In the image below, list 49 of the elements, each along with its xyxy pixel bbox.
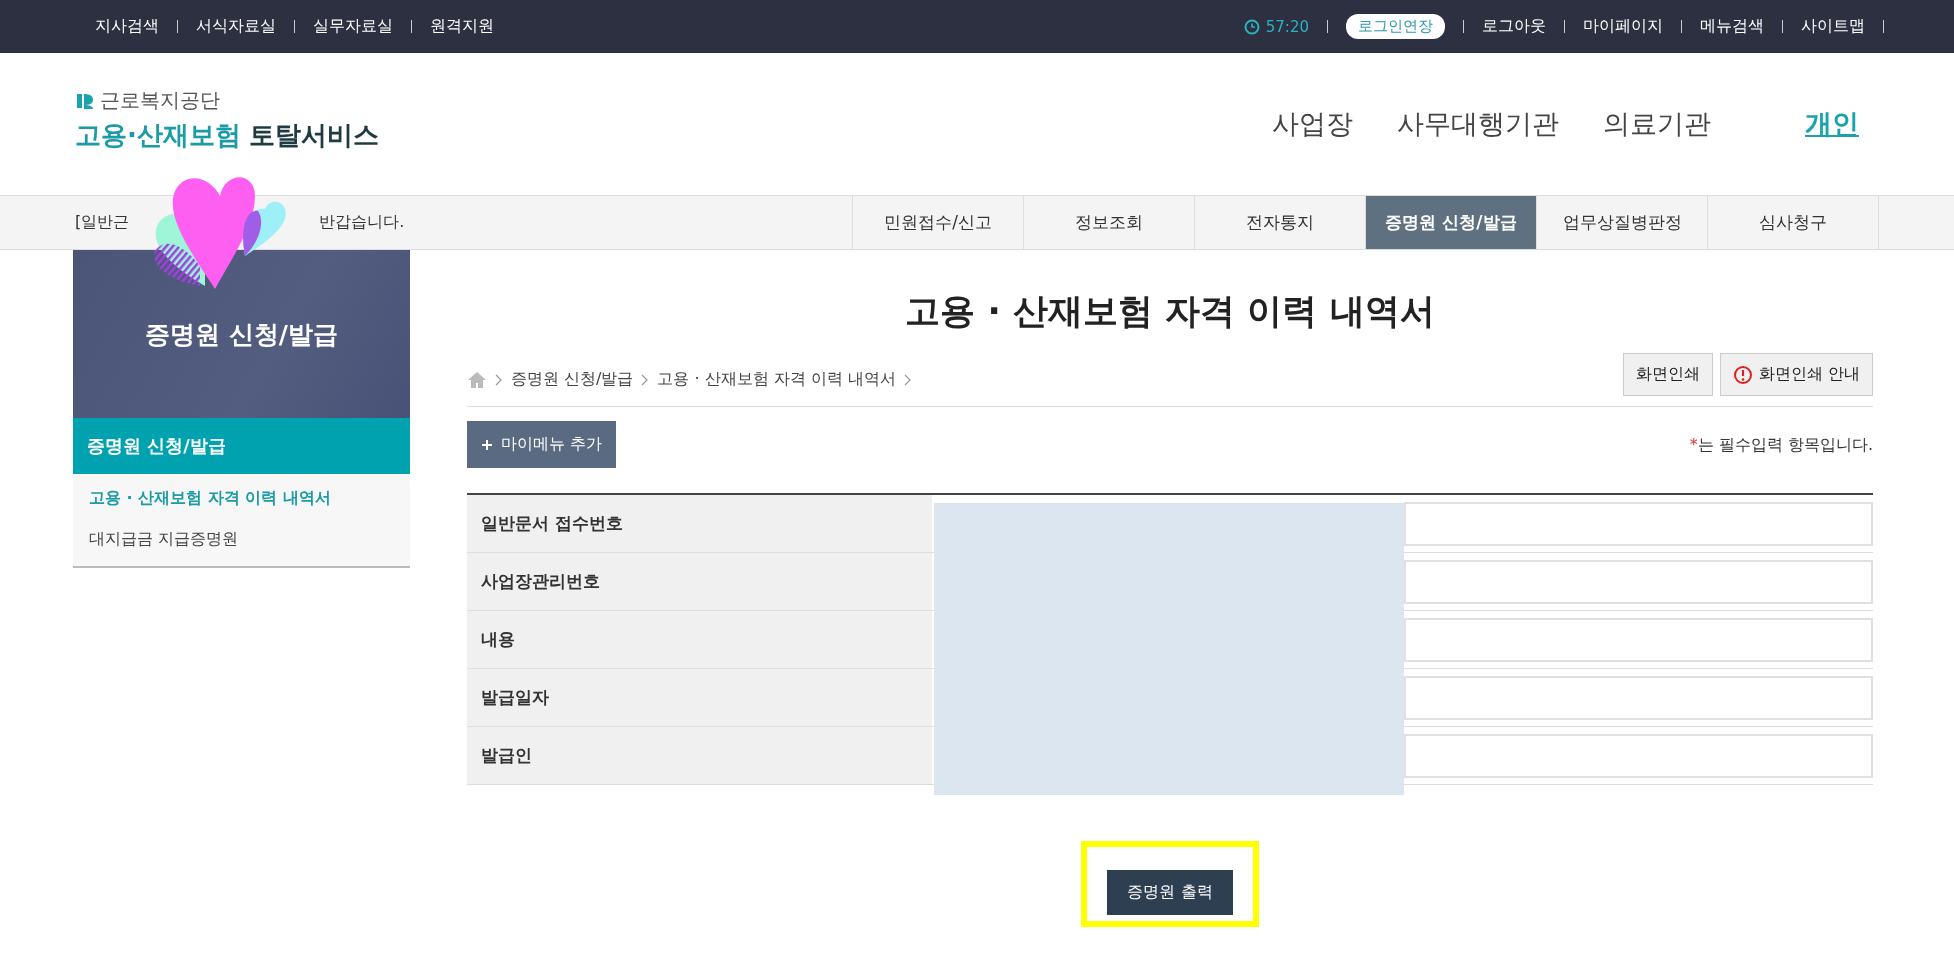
input-field[interactable] (1404, 559, 1873, 604)
home-icon[interactable] (467, 370, 487, 389)
print-guide-button[interactable]: 화면인쇄 안내 (1719, 353, 1873, 396)
top-link[interactable]: 로그아웃 (1482, 16, 1546, 37)
field-label: 일반문서 접수번호 (467, 495, 932, 552)
field-label: 내용 (467, 611, 932, 668)
chevron-icon (641, 373, 650, 386)
clock-icon (1243, 18, 1260, 35)
logo-service-name: 고용·산재보험 (75, 119, 241, 152)
print-button[interactable]: 화면인쇄 (1622, 353, 1713, 396)
top-link[interactable]: 실무자료실 (313, 16, 393, 37)
chevron-icon (495, 373, 503, 386)
breadcrumb-link[interactable]: 증명원 신청/발급 (511, 369, 634, 390)
top-link[interactable]: 원격지원 (430, 16, 494, 37)
breadcrumb-link[interactable]: 고용 · 산재보험 자격 이력 내역서 (657, 369, 896, 390)
session-timer: 57:20 (1265, 17, 1309, 36)
sidebar-item[interactable]: 대지급금 지급증명원 (73, 519, 410, 560)
field-label: 발급일자 (467, 669, 932, 726)
greeting-text: 반갑습니다. (319, 212, 405, 233)
sidebar-banner: 증명원 신청/발급 (73, 250, 410, 418)
nav-tab[interactable]: 증명원 신청/발급 (1365, 196, 1536, 249)
logo-service-name: 토탈서비스 (248, 119, 379, 152)
nav-tab[interactable]: 정보조회 (1023, 196, 1194, 249)
add-my-menu-button[interactable]: 마이메뉴 추가 (467, 421, 617, 468)
top-link[interactable]: 마이페이지 (1583, 16, 1663, 37)
audience-tab[interactable]: 사무대행기관 (1397, 106, 1559, 142)
print-certificate-button[interactable]: 증명원 출력 (1107, 870, 1233, 915)
nav-tab[interactable]: 업무상질병판정 (1536, 196, 1707, 249)
field-label: 사업장관리번호 (467, 553, 932, 610)
audience-tab[interactable]: 사업장 (1272, 106, 1353, 142)
input-field[interactable] (1404, 733, 1873, 778)
top-link[interactable]: 서식자료실 (196, 16, 276, 37)
input-field[interactable] (1404, 617, 1873, 662)
input-field[interactable] (1404, 501, 1873, 546)
logo-org-name: 근로복지공단 (100, 87, 220, 114)
audience-tab[interactable]: 의료기관 (1603, 106, 1711, 142)
top-link[interactable]: 메뉴검색 (1700, 16, 1764, 37)
nav-tab[interactable]: 심사청구 (1707, 196, 1879, 249)
alert-icon (1732, 364, 1753, 385)
greeting-text: [일반근 (75, 212, 130, 233)
required-note: *는 필수입력 항목입니다. (1689, 435, 1873, 456)
page-title: 고용 · 산재보험 자격 이력 내역서 (904, 290, 1436, 333)
top-link[interactable]: 사이트맵 (1801, 16, 1865, 37)
top-link[interactable]: 지사검색 (95, 16, 159, 37)
input-field[interactable] (1404, 675, 1873, 720)
chevron-icon (904, 373, 912, 386)
plus-icon (481, 438, 493, 451)
field-label: 발급인 (467, 727, 932, 784)
nav-tab[interactable]: 민원접수/신고 (852, 196, 1023, 249)
